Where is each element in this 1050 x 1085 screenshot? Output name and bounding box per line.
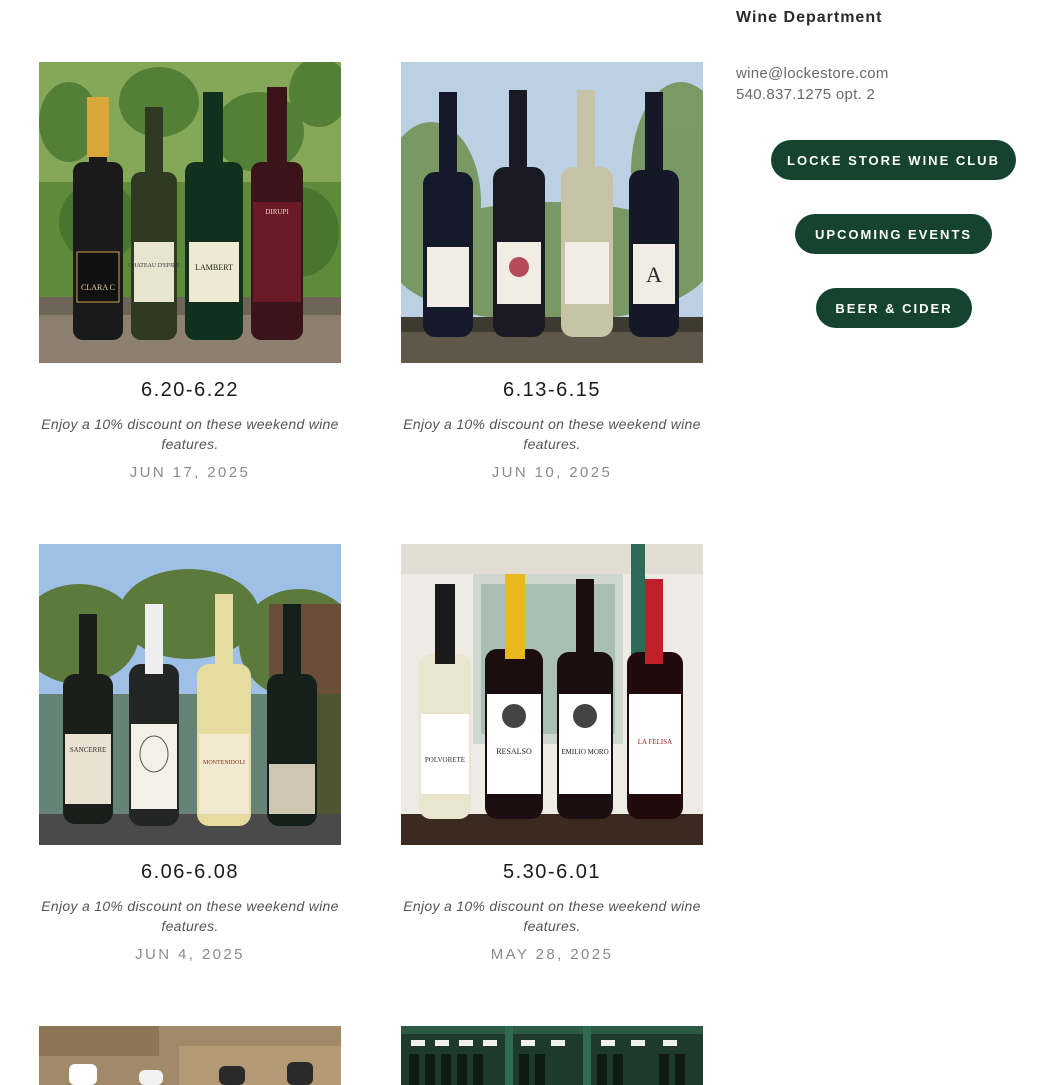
post-image[interactable]: CLARA C CHATEAU D'EPIRE LAMBERT DIRUPI	[39, 62, 341, 363]
email-link[interactable]: wine@lockestore.com	[736, 65, 889, 82]
bottle-label-text: CHATEAU D'EPIRE	[128, 263, 180, 269]
bottle-label-text: DIRUPI	[265, 208, 289, 216]
bottle-label-text: SANCERRE	[70, 746, 107, 754]
post-image[interactable]: A	[401, 62, 703, 363]
bottle-label-text: EMILIO MORO	[561, 748, 608, 756]
blog-post-card: A 6.13-6.15 Enjoy a 10% discount on thes…	[401, 62, 703, 481]
post-title[interactable]: 6.06-6.08	[39, 861, 341, 884]
department-heading: Wine Department	[736, 9, 883, 26]
blog-post-card: POLVORETE RESALSO EMILIO MORO LA FELISA …	[401, 544, 703, 963]
upcoming-events-button[interactable]: UPCOMING EVENTS	[795, 214, 992, 254]
post-date: JUN 17, 2025	[129, 464, 251, 481]
post-image[interactable]	[39, 1026, 341, 1085]
bottle-label-text: CLARA C	[81, 283, 115, 292]
post-image[interactable]: POLVORETE RESALSO EMILIO MORO LA FELISA	[401, 544, 703, 845]
beer-cider-button[interactable]: BEER & CIDER	[816, 288, 972, 328]
post-excerpt: Enjoy a 10% discount on these weekend wi…	[403, 416, 701, 452]
post-excerpt: Enjoy a 10% discount on these weekend wi…	[41, 898, 339, 934]
wine-club-button[interactable]: LOCKE STORE WINE CLUB	[771, 140, 1016, 180]
phone-number: 540.837.1275 opt. 2	[736, 86, 876, 103]
bottle-label-text: LAMBERT	[195, 263, 233, 272]
blog-post-card	[39, 1026, 341, 1085]
bottle-label-text: MONTENIDOLI	[203, 760, 245, 766]
post-image[interactable]: SANCERRE MONTENIDOLI	[39, 544, 341, 845]
post-title[interactable]: 6.20-6.22	[39, 379, 341, 402]
blog-post-card	[401, 1026, 703, 1085]
bottle-label-text: LA FELISA	[638, 738, 672, 746]
post-date: MAY 28, 2025	[490, 946, 614, 963]
post-image[interactable]	[401, 1026, 703, 1085]
post-title[interactable]: 5.30-6.01	[401, 861, 703, 884]
post-excerpt: Enjoy a 10% discount on these weekend wi…	[403, 898, 701, 934]
page: CLARA C CHATEAU D'EPIRE LAMBERT DIRUPI 6…	[0, 0, 1050, 1085]
post-excerpt: Enjoy a 10% discount on these weekend wi…	[41, 416, 339, 452]
blog-post-card: SANCERRE MONTENIDOLI 6.06-6.08 Enjoy a 1…	[39, 544, 341, 963]
post-date: JUN 4, 2025	[135, 946, 245, 963]
bottle-label-text: RESALSO	[496, 747, 532, 756]
bottle-label-text: POLVORETE	[425, 756, 465, 764]
blog-post-card: CLARA C CHATEAU D'EPIRE LAMBERT DIRUPI 6…	[39, 62, 341, 481]
svg-text:A: A	[646, 262, 662, 287]
post-title[interactable]: 6.13-6.15	[401, 379, 703, 402]
post-date: JUN 10, 2025	[491, 464, 613, 481]
